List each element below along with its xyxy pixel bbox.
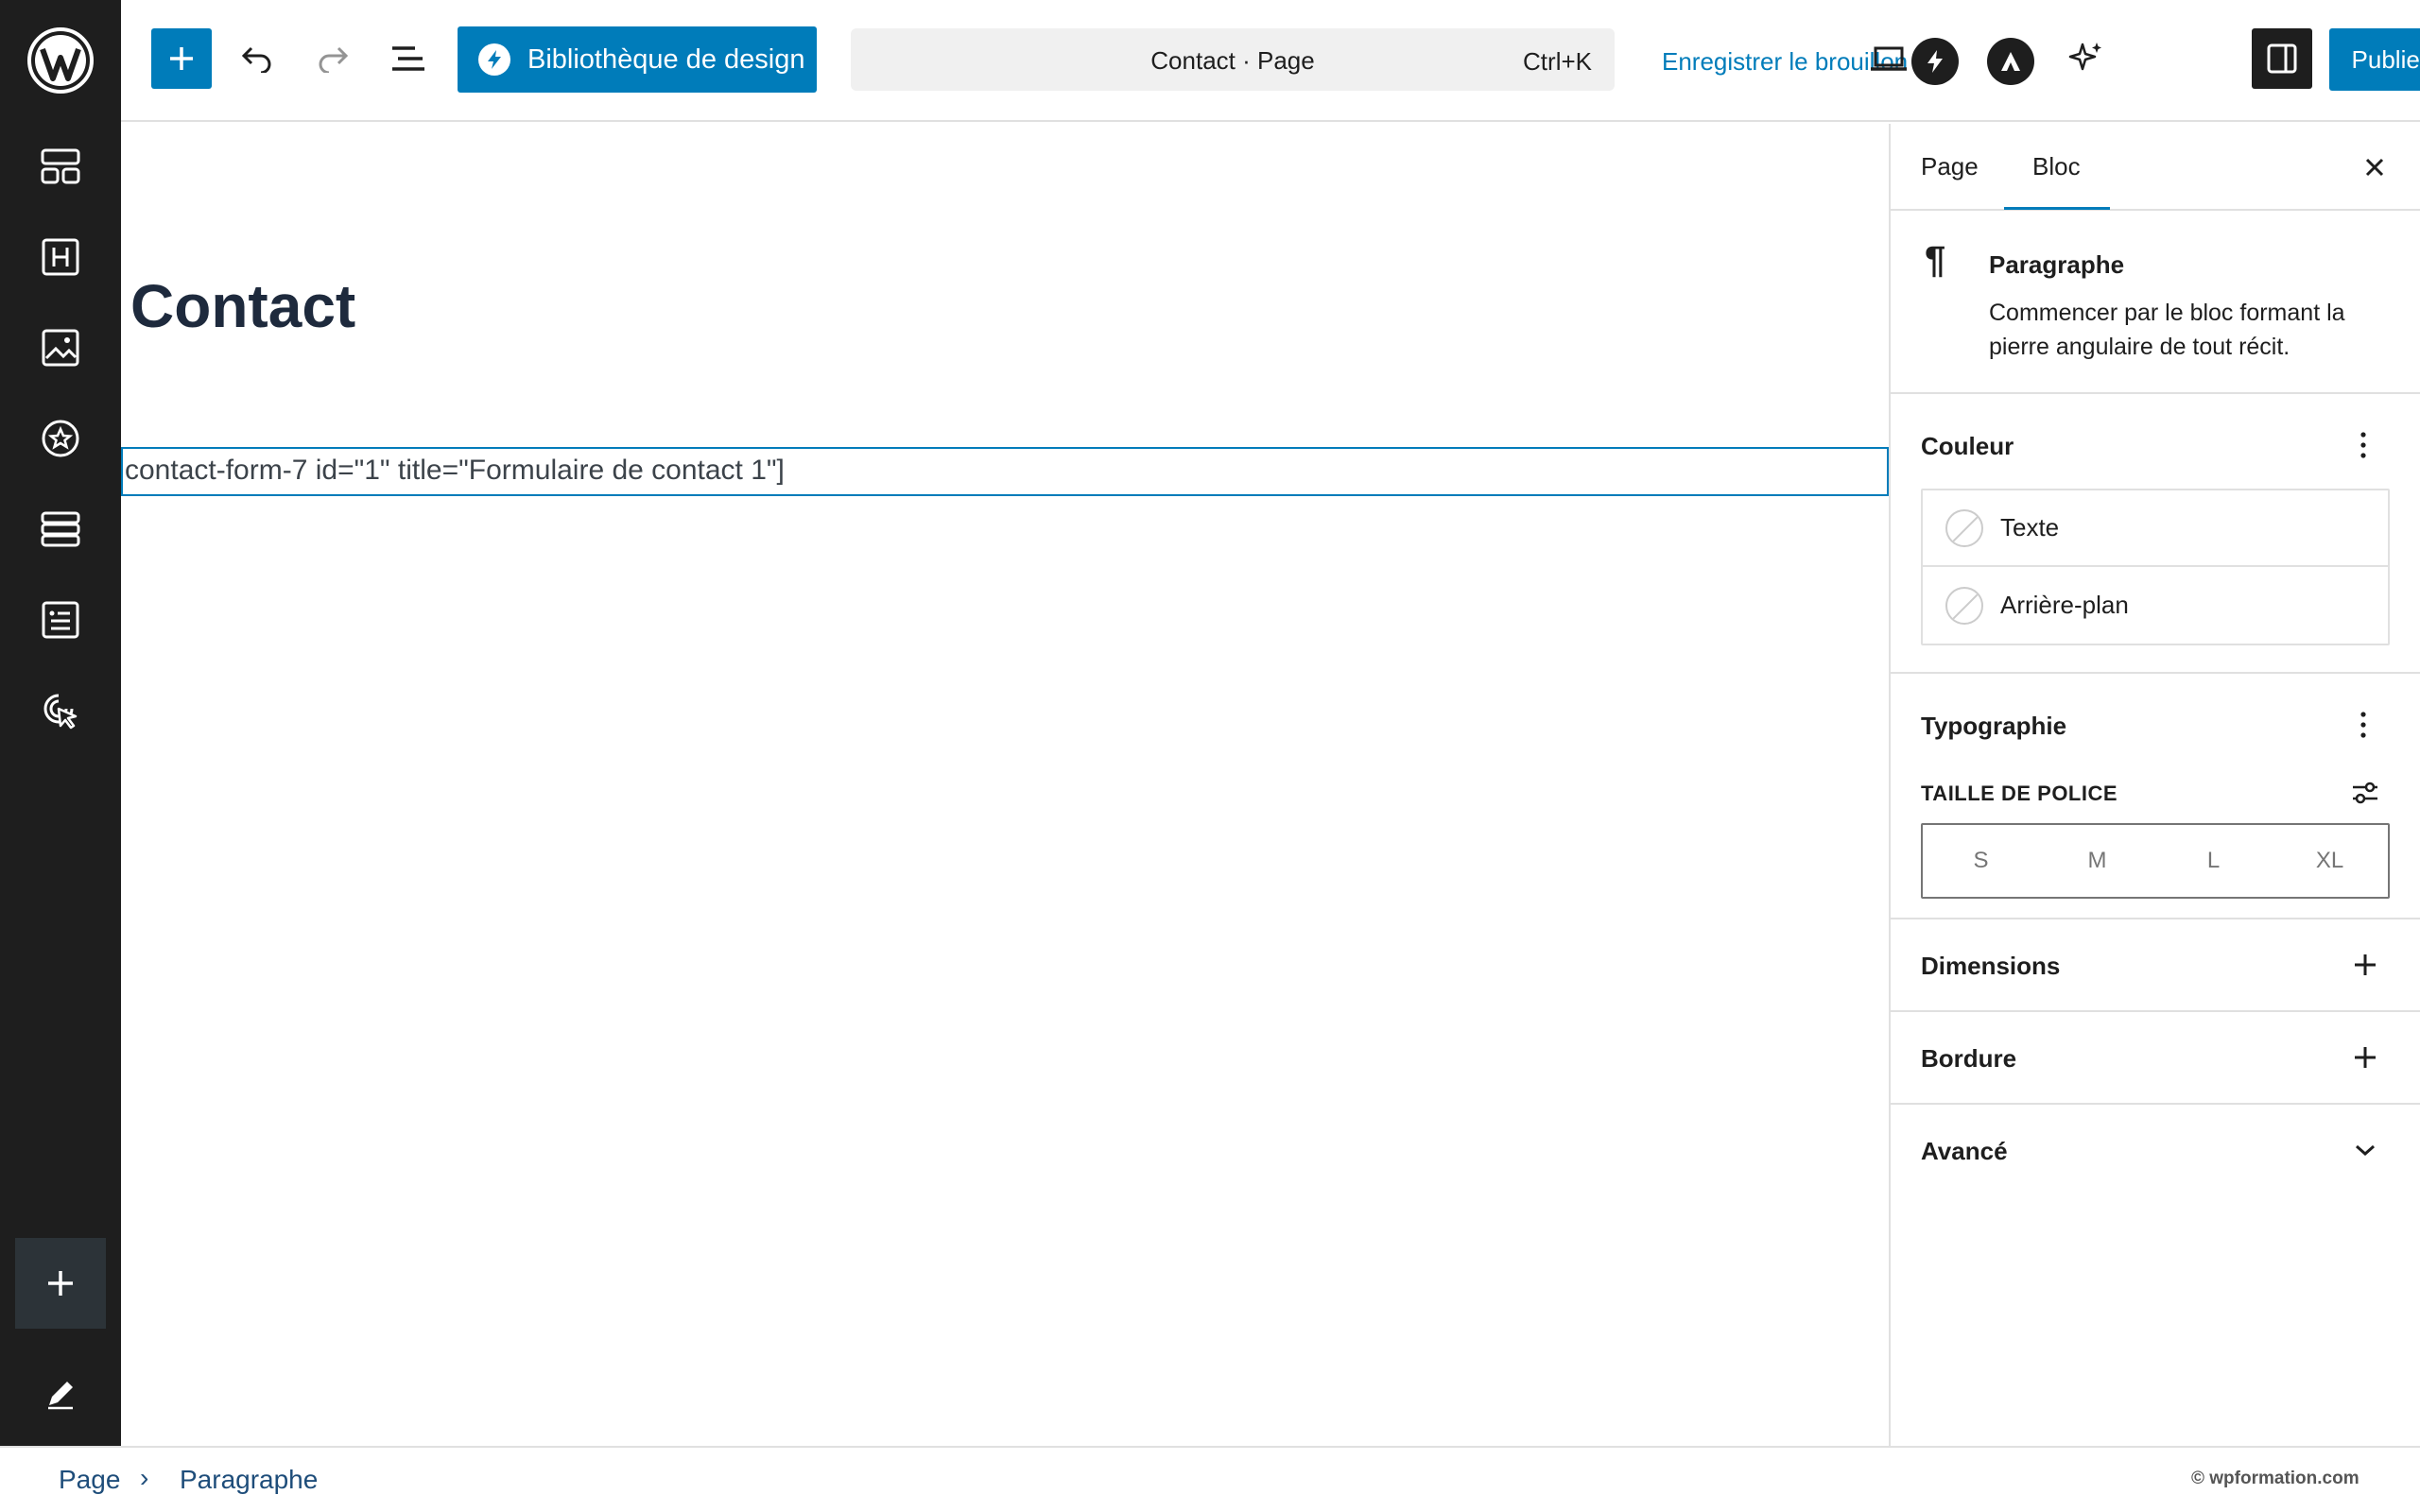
editor-canvas: Contact contact-form-7 id="1" title="For… xyxy=(121,124,1889,1446)
font-size-option-m[interactable]: M xyxy=(2039,825,2155,897)
sidebar-icon xyxy=(2267,43,2297,74)
bolt-icon xyxy=(478,43,510,76)
breadcrumb-page[interactable]: Page xyxy=(59,1465,120,1495)
ai-sparkle-button[interactable] xyxy=(2055,28,2116,89)
color-panel-title: Couleur xyxy=(1921,432,2014,460)
advanced-panel[interactable]: Avancé xyxy=(1891,1105,2420,1197)
plus-icon[interactable] xyxy=(2344,1037,2386,1078)
dimensions-panel[interactable]: Dimensions xyxy=(1891,919,2420,1012)
block-inserter-button[interactable] xyxy=(151,28,212,89)
redo-button[interactable] xyxy=(302,28,363,89)
color-options-kebab-icon[interactable] xyxy=(2344,424,2382,466)
block-title: Paragraphe xyxy=(1989,250,2125,279)
border-panel[interactable]: Bordure xyxy=(1891,1012,2420,1105)
typography-options-kebab-icon[interactable] xyxy=(2344,704,2382,746)
background-color-control[interactable]: Arrière-plan xyxy=(1923,567,2388,644)
color-panel: Couleur Texte Arrière-plan xyxy=(1891,394,2420,674)
left-rail xyxy=(0,0,121,1446)
block-breadcrumb-bar: Page › Paragraphe © wpformation.com xyxy=(0,1446,2420,1512)
plus-icon[interactable] xyxy=(2344,944,2386,986)
preview-device-button[interactable] xyxy=(1858,28,1919,89)
add-block-icon[interactable] xyxy=(15,1238,106,1329)
empty-swatch-icon xyxy=(1945,508,1983,547)
heading-block-icon[interactable] xyxy=(32,229,89,285)
document-overview-button[interactable] xyxy=(378,28,439,89)
star-badge-icon[interactable] xyxy=(32,410,89,467)
page-title[interactable]: Contact xyxy=(130,271,355,341)
text-color-label: Texte xyxy=(2000,513,2060,541)
layout-rows-icon[interactable] xyxy=(32,501,89,558)
tab-block[interactable]: Bloc xyxy=(2032,152,2081,181)
image-icon[interactable] xyxy=(32,319,89,376)
undo-button[interactable] xyxy=(227,28,287,89)
chevron-right-icon: › xyxy=(140,1463,149,1492)
plus-icon xyxy=(170,47,193,70)
form-icon[interactable] xyxy=(32,592,89,648)
font-size-option-xl[interactable]: XL xyxy=(2272,825,2388,897)
settings-sidebar: Page Bloc ¶ Paragraphe Commencer par le … xyxy=(1889,124,2420,1446)
design-library-label: Bibliothèque de design xyxy=(527,43,805,75)
undo-icon xyxy=(241,46,271,73)
font-size-picker: S M L XL xyxy=(1921,823,2390,899)
laptop-icon xyxy=(1871,46,1907,71)
patterns-icon[interactable] xyxy=(32,138,89,195)
border-panel-title: Bordure xyxy=(1921,1044,2017,1073)
background-color-label: Arrière-plan xyxy=(2000,591,2129,619)
font-size-settings-icon[interactable] xyxy=(2344,772,2386,814)
astra-plugin-icon[interactable] xyxy=(1987,38,2034,85)
publish-button[interactable]: Publier xyxy=(2329,28,2420,91)
empty-swatch-icon xyxy=(1945,586,1983,625)
edit-pencil-icon[interactable] xyxy=(32,1366,89,1422)
active-tab-indicator xyxy=(2004,207,2110,210)
chevron-down-icon[interactable] xyxy=(2344,1129,2386,1171)
spectra-plugin-icon[interactable] xyxy=(1911,38,1959,85)
editor-toolbar: Bibliothèque de design Contact · Page Ct… xyxy=(121,0,2420,122)
typography-panel-title: Typographie xyxy=(1921,712,2067,740)
typography-panel: Typographie TAILLE DE POLICE S M L XL xyxy=(1891,674,2420,919)
document-title: Contact · Page xyxy=(1150,46,1315,75)
breadcrumb-paragraph[interactable]: Paragraphe xyxy=(180,1465,318,1495)
sparkle-icon xyxy=(2068,43,2101,71)
block-description: Commencer par le bloc formant la pierre … xyxy=(1989,300,2345,360)
advanced-panel-title: Avancé xyxy=(1921,1137,2008,1165)
wordpress-logo-icon[interactable] xyxy=(26,26,95,94)
design-library-button[interactable]: Bibliothèque de design xyxy=(458,26,817,93)
command-palette-bar[interactable]: Contact · Page Ctrl+K xyxy=(851,28,1615,91)
block-card: ¶ Paragraphe Commencer par le bloc forma… xyxy=(1891,211,2420,394)
click-target-icon[interactable] xyxy=(32,682,89,739)
color-settings-group: Texte Arrière-plan xyxy=(1921,489,2390,645)
watermark: © wpformation.com xyxy=(2191,1469,2360,1488)
list-view-icon xyxy=(392,46,424,71)
command-shortcut: Ctrl+K xyxy=(1523,47,1592,76)
text-color-control[interactable]: Texte xyxy=(1923,490,2388,567)
dimensions-panel-title: Dimensions xyxy=(1921,952,2061,980)
paragraph-icon: ¶ xyxy=(1925,239,1946,281)
sidebar-tabs: Page Bloc xyxy=(1891,124,2420,211)
paragraph-block-shortcode[interactable]: contact-form-7 id="1" title="Formulaire … xyxy=(121,447,1889,496)
close-icon[interactable] xyxy=(2354,146,2395,188)
font-size-option-s[interactable]: S xyxy=(1923,825,2039,897)
font-size-label: TAILLE DE POLICE xyxy=(1921,782,2118,805)
tab-page[interactable]: Page xyxy=(1921,152,1979,181)
redo-icon xyxy=(319,46,349,73)
settings-sidebar-toggle[interactable] xyxy=(2252,28,2312,89)
font-size-option-l[interactable]: L xyxy=(2155,825,2272,897)
